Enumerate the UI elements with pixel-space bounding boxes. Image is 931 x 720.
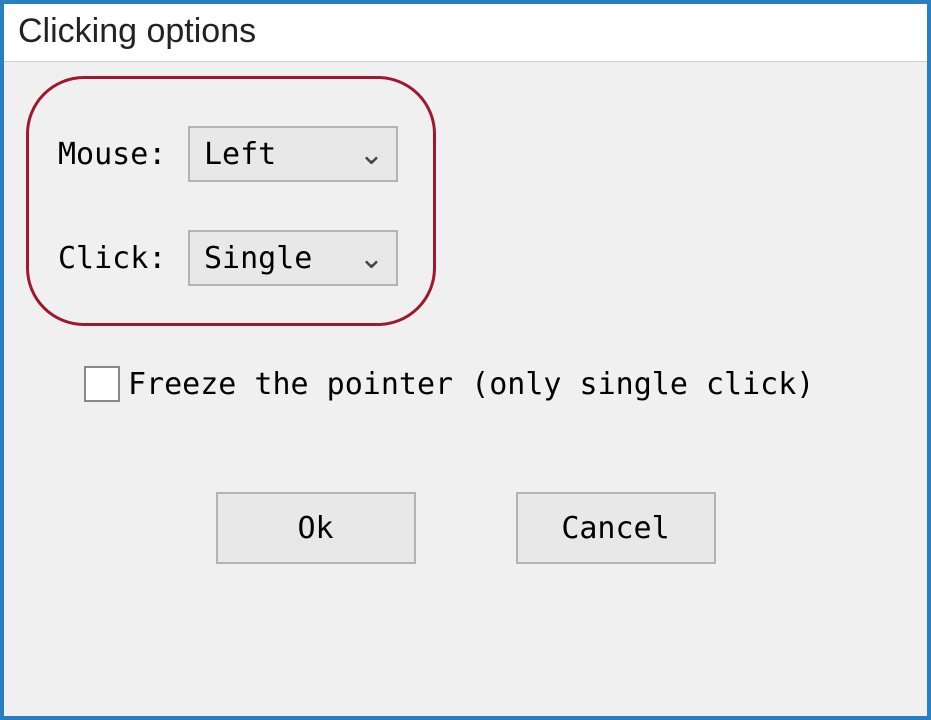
annotation-highlight <box>26 76 436 326</box>
freeze-checkbox[interactable] <box>84 366 120 402</box>
dialog-button-row: Ok Cancel <box>28 492 903 564</box>
ok-button[interactable]: Ok <box>216 492 416 564</box>
click-row: Click: Single ⌄ <box>58 230 903 286</box>
click-label: Click: <box>58 241 188 276</box>
chevron-down-icon: ⌄ <box>359 137 384 172</box>
freeze-row: Freeze the pointer (only single click) <box>84 366 903 402</box>
dialog-window: Clicking options Mouse: Left ⌄ Click: Si… <box>0 0 931 720</box>
dialog-title: Clicking options <box>4 4 927 62</box>
cancel-button[interactable]: Cancel <box>516 492 716 564</box>
chevron-down-icon: ⌄ <box>359 241 384 276</box>
mouse-dropdown[interactable]: Left ⌄ <box>188 126 398 182</box>
mouse-label: Mouse: <box>58 137 188 172</box>
click-dropdown[interactable]: Single ⌄ <box>188 230 398 286</box>
dialog-client-area: Mouse: Left ⌄ Click: Single ⌄ Freeze the… <box>4 62 927 716</box>
mouse-dropdown-value: Left <box>204 137 276 172</box>
freeze-label: Freeze the pointer (only single click) <box>128 367 814 402</box>
mouse-row: Mouse: Left ⌄ <box>58 126 903 182</box>
click-dropdown-value: Single <box>204 241 312 276</box>
